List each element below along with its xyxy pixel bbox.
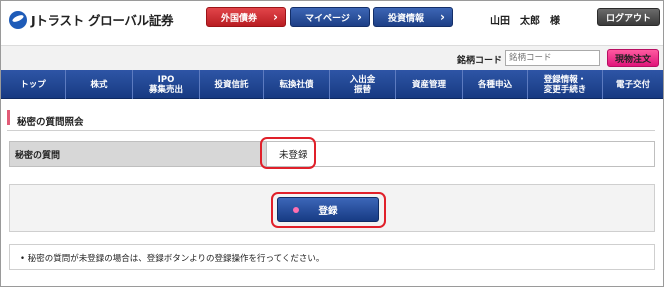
highlight-box (271, 192, 386, 228)
nav-item-applications[interactable]: 各種申込 (463, 70, 528, 99)
note-panel: • 秘密の質問が未登録の場合は、登録ボタンよりの登録操作を行ってください。 (9, 244, 655, 270)
investment-info-button[interactable]: 投資情報 › (373, 7, 453, 27)
logo-text: Jトラスト グローバル証券 (31, 13, 174, 28)
nav-item-stocks[interactable]: 株式 (66, 70, 133, 99)
secret-question-table: 秘密の質問 未登録 (9, 141, 655, 167)
mypage-button[interactable]: マイページ › (290, 7, 370, 27)
search-label: 銘柄コード (457, 56, 503, 66)
site-header: Jトラスト グローバル証券 外国債券 › マイページ › 投資情報 › 山田 太… (1, 1, 663, 38)
page-frame: Jトラスト グローバル証券 外国債券 › マイページ › 投資情報 › 山田 太… (0, 0, 664, 287)
search-bar: 銘柄コード 現物注文 (1, 45, 663, 70)
chevron-right-icon: › (440, 10, 445, 24)
nav-item-investment-trusts[interactable]: 投資信託 (200, 70, 264, 99)
page-title: 秘密の質問照会 (17, 117, 84, 128)
nav-item-ipo[interactable]: IPO 募集売出 (133, 70, 200, 99)
spot-order-button[interactable]: 現物注文 (607, 49, 659, 67)
mypage-label: マイページ (305, 13, 350, 24)
title-divider (7, 130, 655, 131)
nav-item-convertible-bonds[interactable]: 転換社債 (264, 70, 330, 99)
investment-info-label: 投資情報 (388, 13, 425, 24)
logout-button[interactable]: ログアウト (597, 8, 660, 26)
user-name: 山田 太郎 様 (490, 16, 560, 27)
note-text: • 秘密の質問が未登録の場合は、登録ボタンよりの登録操作を行ってください。 (20, 254, 325, 264)
stock-code-input[interactable] (505, 50, 600, 66)
secret-question-value: 未登録 (267, 142, 654, 166)
logo-mark-icon (9, 10, 27, 29)
secret-question-label: 秘密の質問 (10, 142, 267, 166)
foreign-bonds-button[interactable]: 外国債券 › (206, 7, 286, 27)
page-title-bar: 秘密の質問照会 (7, 110, 655, 128)
foreign-bonds-label: 外国債券 (221, 13, 258, 24)
nav-item-top[interactable]: トップ (1, 70, 66, 99)
chevron-right-icon: › (357, 10, 362, 24)
highlight-box (260, 137, 316, 169)
nav-item-registration-info[interactable]: 登録情報・ 変更手続き (528, 70, 603, 99)
main-nav: トップ 株式 IPO 募集売出 投資信託 転換社債 入出金 振替 資産管理 各種… (1, 70, 663, 99)
brand-logo[interactable]: Jトラスト グローバル証券 (9, 10, 174, 29)
nav-item-asset-management[interactable]: 資産管理 (396, 70, 463, 99)
nav-item-e-delivery[interactable]: 電子交付 (603, 70, 663, 99)
nav-item-deposit-withdrawal[interactable]: 入出金 振替 (330, 70, 396, 99)
chevron-right-icon: › (273, 10, 278, 24)
